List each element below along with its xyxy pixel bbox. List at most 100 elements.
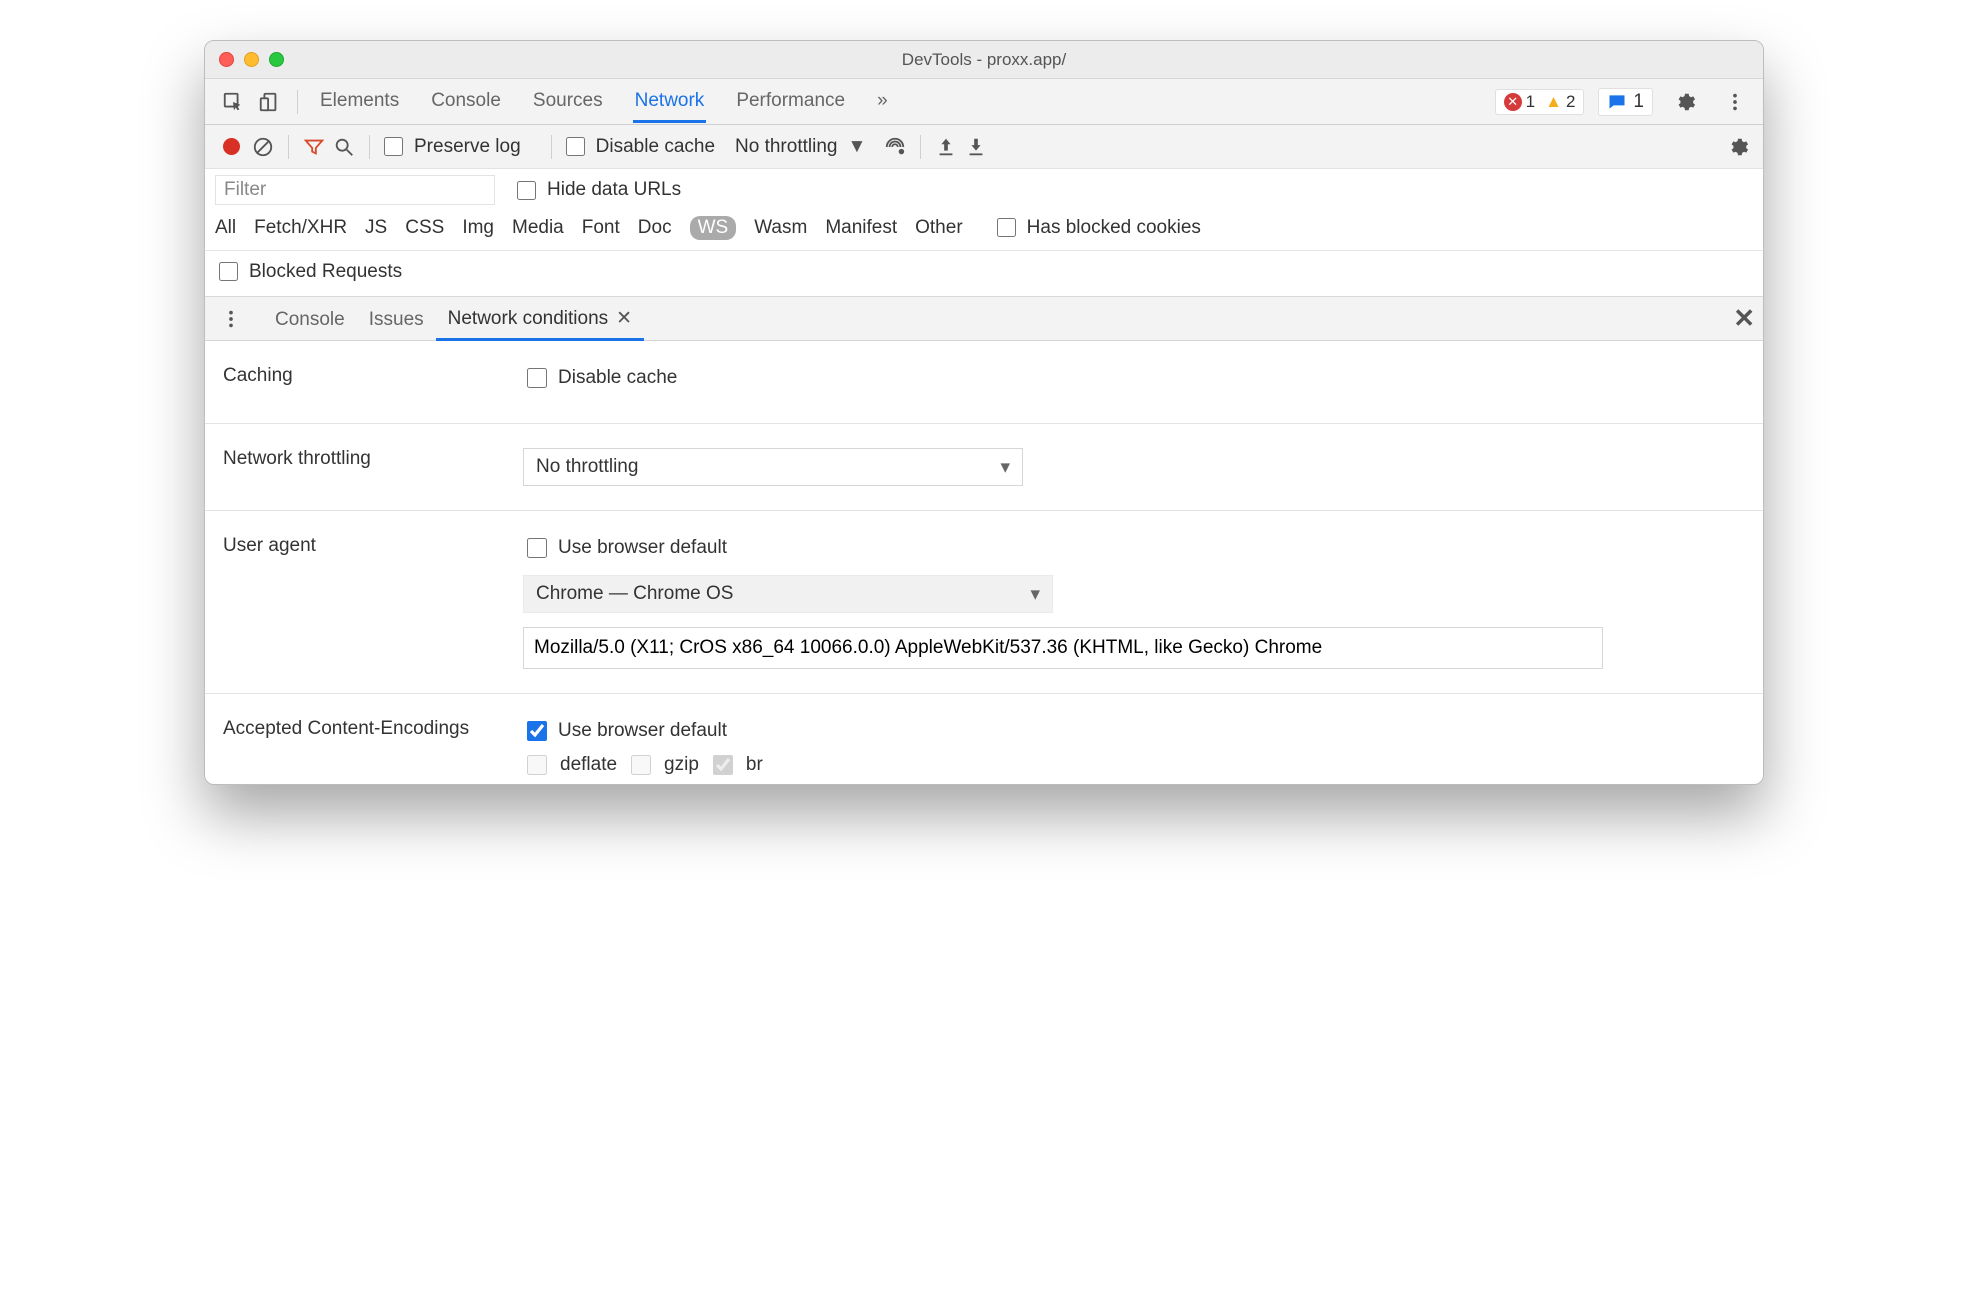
user-agent-string-input[interactable] [523, 627, 1603, 669]
user-agent-row: User agent Use browser default Chrome — … [205, 511, 1763, 694]
enc-deflate-label: deflate [560, 754, 617, 776]
filter-input[interactable]: Filter [215, 175, 495, 205]
download-har-icon[interactable] [961, 129, 991, 165]
enc-use-browser-default-checkbox[interactable]: Use browser default [523, 718, 1745, 744]
throttling-dropdown[interactable]: No throttling ▾ [523, 448, 1023, 486]
more-tabs-icon[interactable]: » [875, 80, 890, 123]
throttling-dropdown-value: No throttling [536, 456, 638, 478]
window-controls [205, 52, 284, 67]
content-encodings-label: Accepted Content-Encodings [223, 718, 523, 778]
drawer-more-icon[interactable] [213, 301, 249, 337]
title-bar: DevTools - proxx.app/ [205, 41, 1763, 79]
devtools-window: DevTools - proxx.app/ Elements Console S… [204, 40, 1764, 785]
tab-performance[interactable]: Performance [734, 80, 847, 123]
type-media[interactable]: Media [512, 217, 564, 239]
user-agent-label: User agent [223, 535, 523, 669]
enc-br-label: br [746, 754, 763, 776]
upload-har-icon[interactable] [931, 129, 961, 165]
hide-data-urls-label: Hide data URLs [547, 179, 681, 201]
filter-icon[interactable] [299, 129, 329, 165]
tab-sources[interactable]: Sources [531, 80, 605, 123]
tab-console[interactable]: Console [429, 80, 503, 123]
search-icon[interactable] [329, 129, 359, 165]
enc-use-default-label: Use browser default [558, 720, 727, 742]
user-agent-dropdown[interactable]: Chrome — Chrome OS ▾ [523, 575, 1053, 613]
drawer-tab-network-conditions[interactable]: Network conditions ✕ [436, 297, 644, 341]
tab-elements[interactable]: Elements [318, 80, 401, 123]
type-css[interactable]: CSS [405, 217, 444, 239]
caret-down-icon: ▾ [1030, 583, 1040, 606]
content-encodings-row: Accepted Content-Encodings Use browser d… [205, 694, 1763, 784]
disable-cache-checkbox[interactable]: Disable cache [562, 134, 715, 159]
blocked-requests-label: Blocked Requests [249, 261, 402, 283]
type-js[interactable]: JS [365, 217, 387, 239]
blocked-requests-checkbox[interactable]: Blocked Requests [215, 259, 1733, 284]
settings-gear-icon[interactable] [1667, 84, 1703, 120]
separator [920, 135, 921, 159]
type-wasm[interactable]: Wasm [754, 217, 807, 239]
hide-data-urls-checkbox[interactable]: Hide data URLs [513, 178, 681, 203]
close-tab-icon[interactable]: ✕ [616, 308, 632, 329]
minimize-window-button[interactable] [244, 52, 259, 67]
tab-network[interactable]: Network [633, 80, 707, 123]
drawer-tab-console[interactable]: Console [263, 299, 357, 339]
separator [369, 135, 370, 159]
type-img[interactable]: Img [462, 217, 494, 239]
disable-cache-checkbox2[interactable]: Disable cache [523, 365, 1745, 391]
inspect-element-icon[interactable] [215, 84, 251, 120]
drawer-close-icon[interactable]: ✕ [1733, 303, 1755, 334]
resource-type-filters: All Fetch/XHR JS CSS Img Media Font Doc … [205, 209, 1763, 251]
throttling-select[interactable]: No throttling ▼ [735, 136, 866, 158]
throttling-row: Network throttling No throttling ▾ [205, 424, 1763, 511]
messages-count: 1 [1633, 91, 1644, 113]
network-toolbar: Preserve log Disable cache No throttling… [205, 125, 1763, 169]
has-blocked-cookies-checkbox[interactable]: Has blocked cookies [993, 215, 1201, 240]
issue-counts[interactable]: ✕1 ▲2 [1495, 89, 1585, 115]
warning-icon: ▲ [1545, 92, 1562, 112]
main-tabs: Elements Console Sources Network Perform… [318, 80, 890, 123]
ua-use-default-label: Use browser default [558, 537, 727, 559]
caret-down-icon: ▾ [1000, 456, 1010, 479]
device-toggle-icon[interactable] [251, 84, 287, 120]
throttling-label: Network throttling [223, 448, 523, 486]
ua-use-browser-default-checkbox[interactable]: Use browser default [523, 535, 1745, 561]
type-ws[interactable]: WS [690, 216, 737, 240]
more-menu-icon[interactable] [1717, 84, 1753, 120]
network-settings-icon[interactable] [880, 129, 910, 165]
clear-icon[interactable] [248, 129, 278, 165]
filter-row: Filter Hide data URLs [205, 169, 1763, 209]
type-other[interactable]: Other [915, 217, 963, 239]
enc-deflate-checkbox [527, 755, 547, 775]
record-button[interactable] [223, 138, 240, 155]
close-window-button[interactable] [219, 52, 234, 67]
blocked-requests-row: Blocked Requests [205, 251, 1763, 297]
type-manifest[interactable]: Manifest [825, 217, 897, 239]
message-icon [1607, 92, 1627, 112]
enc-gzip-label: gzip [664, 754, 699, 776]
network-conditions-panel: Caching Disable cache Network throttling… [205, 341, 1763, 784]
throttling-value: No throttling [735, 136, 837, 158]
network-panel-settings-icon[interactable] [1723, 129, 1753, 165]
error-count: 1 [1526, 92, 1535, 112]
separator [297, 90, 298, 114]
error-icon: ✕ [1504, 93, 1522, 111]
enc-br-checkbox [713, 755, 733, 775]
caching-label: Caching [223, 365, 523, 399]
warning-count: 2 [1566, 92, 1575, 112]
has-blocked-label: Has blocked cookies [1027, 217, 1201, 239]
window-title: DevTools - proxx.app/ [205, 50, 1763, 70]
main-tabstrip: Elements Console Sources Network Perform… [205, 79, 1763, 125]
enc-gzip-checkbox [631, 755, 651, 775]
user-agent-dropdown-value: Chrome — Chrome OS [536, 583, 733, 605]
messages-badge[interactable]: 1 [1598, 88, 1653, 116]
type-font[interactable]: Font [582, 217, 620, 239]
preserve-log-label: Preserve log [414, 136, 521, 158]
caret-down-icon: ▼ [847, 136, 866, 158]
type-all[interactable]: All [215, 217, 236, 239]
preserve-log-checkbox[interactable]: Preserve log [380, 134, 521, 159]
type-fetch-xhr[interactable]: Fetch/XHR [254, 217, 347, 239]
drawer-tab-label: Network conditions [448, 308, 609, 329]
zoom-window-button[interactable] [269, 52, 284, 67]
drawer-tab-issues[interactable]: Issues [357, 299, 436, 339]
type-doc[interactable]: Doc [638, 217, 672, 239]
